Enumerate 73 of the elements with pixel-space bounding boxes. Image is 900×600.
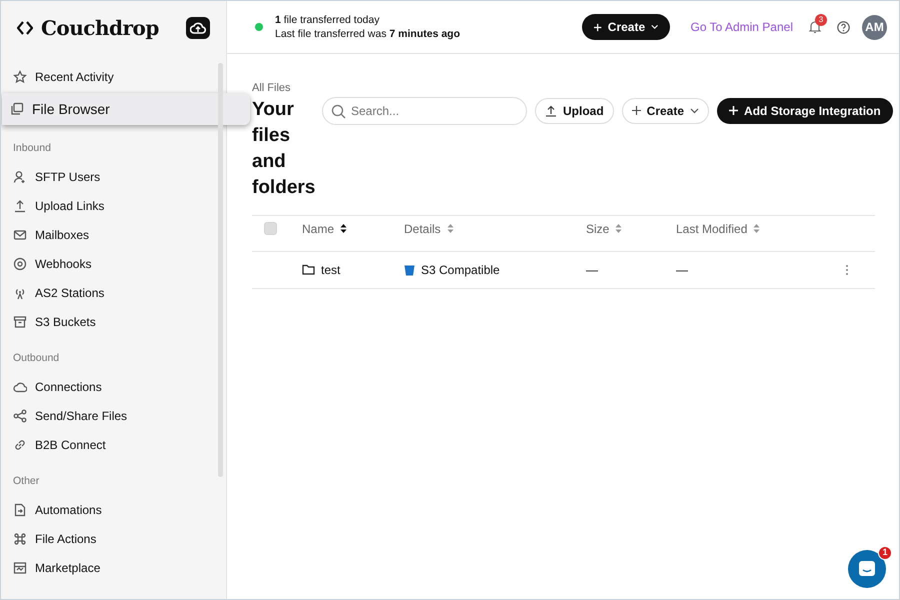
sidebar-item[interactable]: Connections: [1, 372, 208, 402]
bucket-icon: [404, 264, 415, 276]
table-cell: —: [586, 262, 598, 276]
upload-icon: [13, 199, 27, 214]
sidebar-item[interactable]: Marketplace: [1, 553, 208, 582]
create-button[interactable]: Create: [622, 98, 710, 124]
mail-icon: [13, 228, 27, 242]
sidebar-item[interactable]: Mailboxes: [1, 220, 208, 250]
logo-icon: [17, 20, 33, 34]
chat-icon: [858, 560, 876, 578]
admin-panel-link[interactable]: Go To Admin Panel: [690, 18, 793, 36]
plus-icon: [594, 22, 602, 32]
sort-icon[interactable]: [340, 223, 348, 234]
avatar[interactable]: AM: [862, 14, 887, 40]
add-storage-button[interactable]: Add Storage Integration: [717, 98, 893, 124]
page-title: Your files and folders: [252, 98, 314, 200]
table-cell-text: S3 Compatible: [421, 262, 500, 278]
folders-icon: [10, 102, 24, 116]
sidebar-item[interactable]: SFTP Users: [1, 162, 208, 192]
caret-icon: [651, 24, 658, 30]
sidebar-item[interactable]: AS2 Stations: [1, 278, 208, 308]
upload-icon: [545, 104, 557, 116]
sidebar-item[interactable]: File Actions: [1, 524, 208, 554]
breadcrumb: All Files: [252, 81, 292, 96]
select-all-checkbox[interactable]: [264, 222, 277, 236]
cloud-upload-icon[interactable]: [186, 16, 210, 38]
file-name[interactable]: test: [321, 260, 340, 278]
antenna-icon: [13, 286, 27, 300]
chat-badge: 1: [878, 546, 892, 560]
column-header[interactable]: Last Modified: [676, 220, 748, 238]
status-text: 1 file transferred today: [275, 13, 380, 27]
section-heading: Other: [12, 474, 40, 488]
link-icon: [13, 438, 27, 452]
sidebar-item[interactable]: Webhooks: [1, 250, 208, 279]
create-button[interactable]: Create: [582, 14, 670, 40]
plus-icon: [729, 106, 738, 115]
caret-icon: [690, 108, 700, 114]
sidebar-item[interactable]: B2B Connect: [1, 430, 208, 460]
column-header[interactable]: Name: [302, 220, 334, 238]
search-icon: [331, 104, 346, 118]
section-heading: Outbound: [12, 350, 60, 366]
plus-icon: [632, 106, 641, 115]
sidebar-item[interactable]: Upload Links: [1, 192, 208, 221]
sidebar-item[interactable]: Send/Share Files: [1, 402, 208, 430]
share-icon: [13, 409, 27, 423]
upload-button[interactable]: Upload: [535, 98, 614, 124]
help-icon[interactable]: [837, 20, 850, 34]
column-header[interactable]: Details: [404, 220, 441, 238]
star-icon: [13, 70, 27, 84]
sidebar-item[interactable]: Automations: [1, 495, 208, 524]
bell-icon[interactable]: [809, 20, 821, 34]
command-icon: [13, 532, 27, 546]
store-icon: [13, 560, 27, 575]
status-text: Last file transferred was 7 minutes ago: [275, 27, 460, 41]
status-dot: [255, 23, 263, 31]
section-heading: Inbound: [12, 141, 52, 156]
user-icon: [13, 170, 27, 184]
more-icon[interactable]: [845, 264, 849, 276]
logo-text: Couchdrop: [41, 14, 159, 42]
archive-icon: [13, 315, 27, 330]
automation-icon: [13, 502, 27, 517]
webhook-icon: [13, 257, 27, 272]
sidebar-item[interactable]: S3 Buckets: [1, 308, 208, 337]
cloud-icon: [13, 380, 27, 394]
chat-button[interactable]: [848, 550, 886, 588]
search-field[interactable]: Search...: [322, 96, 527, 124]
folder-icon: [302, 264, 315, 275]
sidebar-item[interactable]: Recent Activity: [1, 62, 208, 91]
scrollbar[interactable]: [218, 63, 223, 477]
sidebar-item[interactable]: File Browser: [2, 93, 250, 125]
notification-badge: 3: [815, 14, 827, 26]
table-cell: —: [676, 262, 688, 276]
column-header[interactable]: Size: [586, 220, 610, 238]
